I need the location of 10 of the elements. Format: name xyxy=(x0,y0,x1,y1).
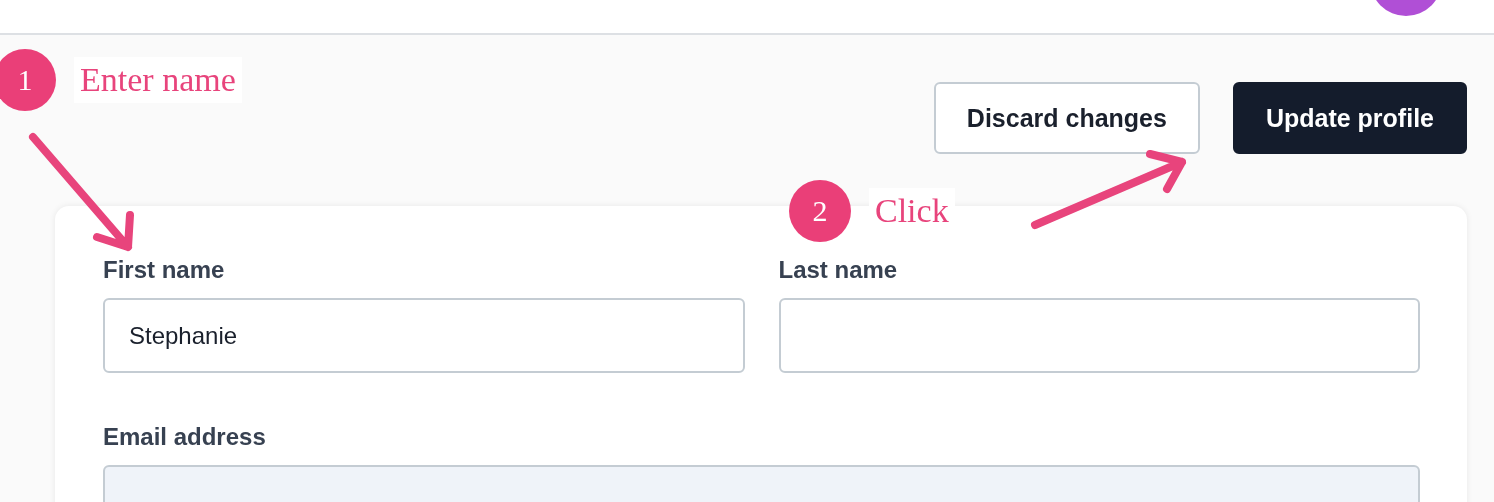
step-caption: Enter name xyxy=(74,57,242,103)
field-label: Last name xyxy=(778,256,899,284)
update-button[interactable]: Update profile xyxy=(1232,82,1467,154)
input-field[interactable]: Stephanie xyxy=(103,298,745,373)
input-field[interactable] xyxy=(778,298,1420,373)
step-number: 1 xyxy=(0,49,56,111)
discard-button[interactable]: Discard changes xyxy=(933,82,1200,154)
field-label: Email address xyxy=(103,423,267,451)
field-label: First name xyxy=(103,256,226,284)
step-number: 2 xyxy=(789,180,851,242)
